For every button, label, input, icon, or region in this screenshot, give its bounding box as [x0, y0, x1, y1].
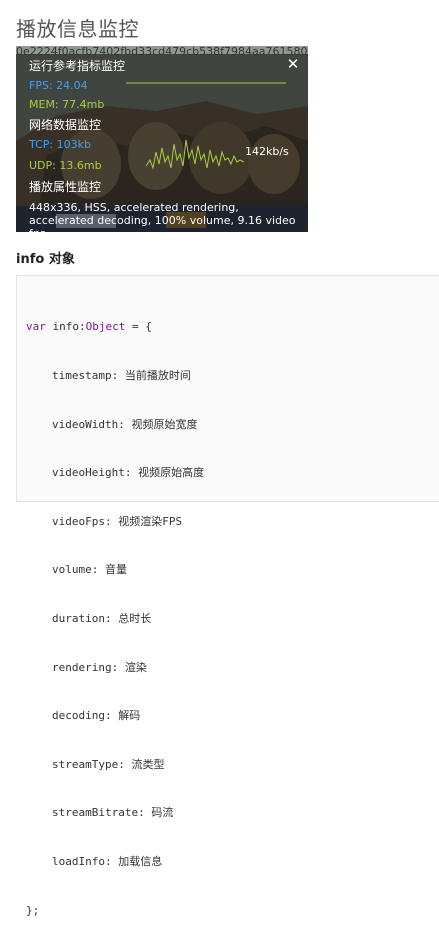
field-key: volume	[52, 563, 92, 577]
code-line-open: var info:Object = {	[26, 319, 204, 335]
field-key: duration	[52, 611, 105, 625]
field-desc: 当前播放时间	[124, 369, 191, 382]
section-title: info 对象	[16, 252, 75, 267]
network-graph	[146, 139, 244, 170]
code-content: var info:Object = { timestamp: 当前播放时间 vi…	[26, 287, 204, 951]
mem-label: MEM: 77.4mb	[29, 98, 105, 111]
field-desc: 渲染	[124, 660, 147, 674]
field-desc: 解码	[118, 709, 141, 723]
code-field-line: videoWidth: 视频原始宽度	[52, 417, 198, 431]
fps-graph	[126, 82, 286, 84]
fps-label: FPS: 24.04	[29, 79, 88, 92]
video-player[interactable]: 运行参考指标监控 ✕ FPS: 24.04 MEM: 77.4mb 网络数据监控…	[16, 46, 308, 232]
field-key: streamType	[52, 757, 119, 771]
code-field-line: volume: 音量	[52, 563, 127, 577]
field-desc: 音量	[105, 563, 127, 577]
field-desc: 流类型	[131, 757, 165, 771]
bitrate-label: 142kb/s	[245, 145, 289, 158]
field-desc: 码流	[151, 806, 174, 820]
field-key: decoding	[52, 709, 105, 723]
stream-hash: 0e2224f0acfb7402fbd33cd479cb538f7984aa76…	[16, 45, 308, 58]
field-key: videoHeight	[52, 466, 125, 480]
tcp-label: TCP: 103kb	[29, 138, 91, 151]
udp-label: UDP: 13.6mb	[29, 159, 102, 172]
field-key: loadInfo	[52, 854, 105, 868]
field-key: rendering	[52, 660, 112, 674]
network-header: 网络数据监控	[29, 118, 102, 132]
code-keyword: var	[26, 320, 46, 334]
field-desc: 加载信息	[118, 854, 163, 868]
code-field-line: videoFps: 视频渲染FPS	[52, 514, 183, 528]
code-field-line: duration: 总时长	[52, 611, 152, 625]
props-header: 播放属性监控	[29, 180, 102, 194]
overlay-header: 运行参考指标监控	[29, 59, 126, 73]
stats-overlay: 运行参考指标监控 ✕ FPS: 24.04 MEM: 77.4mb 网络数据监控…	[16, 54, 308, 232]
code-open-tail: = {	[125, 320, 152, 334]
code-type: Object	[85, 320, 126, 334]
field-key: videoWidth	[52, 417, 119, 431]
field-desc: 视频原始宽度	[131, 417, 198, 431]
code-field-line: videoHeight: 视频原始高度	[52, 466, 205, 480]
playback-description: 448x336, HSS, accelerated rendering, acc…	[29, 201, 296, 232]
page-title: 播放信息监控	[16, 17, 139, 41]
code-field-line: timestamp: 当前播放时间	[52, 369, 191, 382]
field-desc: 视频渲染FPS	[118, 514, 183, 528]
code-field-line: decoding: 解码	[52, 709, 141, 723]
code-field-line: rendering: 渲染	[52, 660, 147, 674]
code-block: var info:Object = { timestamp: 当前播放时间 vi…	[16, 275, 439, 917]
field-key: timestamp	[52, 369, 112, 382]
close-icon[interactable]: ✕	[286, 57, 300, 72]
field-desc: 总时长	[118, 611, 152, 625]
field-key: streamBitrate	[52, 806, 139, 820]
field-key: videoFps	[52, 514, 105, 528]
code-declaration: info:	[45, 320, 86, 334]
code-field-line: streamBitrate: 码流	[52, 806, 174, 820]
code-line-close: };	[26, 903, 40, 917]
code-field-line: streamType: 流类型	[52, 757, 165, 771]
field-desc: 视频原始高度	[138, 466, 205, 480]
code-field-line: loadInfo: 加载信息	[52, 854, 163, 868]
